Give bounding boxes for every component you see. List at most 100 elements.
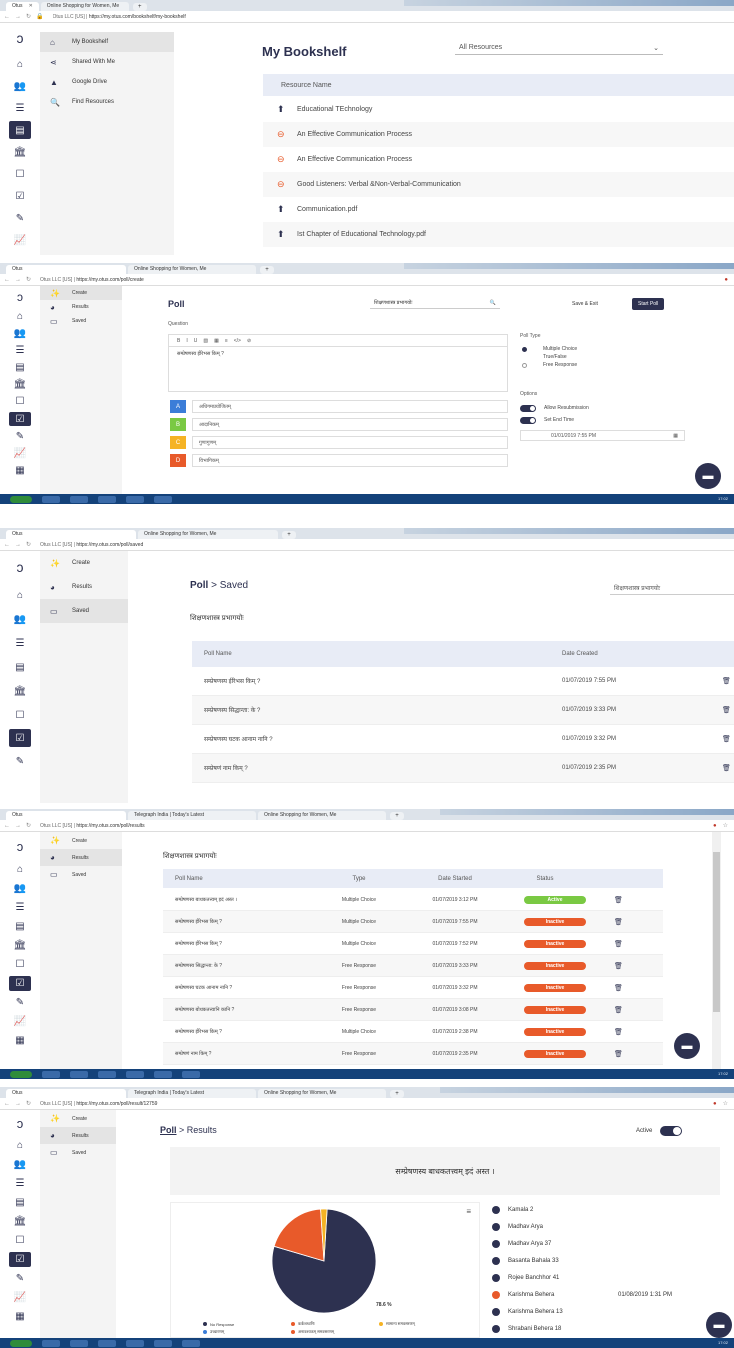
new-tab-button[interactable]: + [132,3,147,11]
start-poll-button[interactable]: Start Poll [632,298,665,310]
poll-name[interactable]: सम्प्रेषणस्य बोधकतत्त्वानि कानि ? [163,1007,318,1013]
home-icon[interactable]: ⌂ [0,583,40,607]
sidenav-item-create[interactable]: ✨ Create [40,286,122,300]
underline-icon[interactable]: U [194,338,198,344]
people-icon[interactable]: 👥 [0,325,40,342]
taskbar-app[interactable] [154,495,172,503]
new-tab-button[interactable]: + [390,812,404,820]
reload-icon[interactable]: ↻ [26,13,31,20]
star-icon[interactable]: ☆ [723,1100,728,1107]
legend-entry[interactable]: सामान्य समवसरणम् [379,1321,467,1327]
poll-name[interactable]: सम्प्रेषणस्य ईरिभस किम् ? [163,919,318,925]
delete-icon[interactable]: 🗑 [614,1028,623,1036]
sidenav-item-saved[interactable]: ▭ Saved [40,1144,116,1161]
delete-icon[interactable]: 🗑 [614,1006,623,1014]
chart-icon[interactable]: 📈 [0,229,40,251]
browser-tab-shopping[interactable]: Online Shopping for Women, Me [40,2,129,11]
list-icon[interactable]: ☰ [0,898,40,917]
people-icon[interactable]: 👥 [0,879,40,898]
list-icon[interactable]: ☰ [0,342,40,359]
calendar-icon[interactable]: ▦ [673,433,678,439]
extension-icon[interactable]: ● [713,823,717,829]
sidenav-item-results[interactable]: ◕ Results [40,575,128,599]
home-icon[interactable]: ⌂ [0,53,40,75]
book-icon[interactable]: ☐ [0,163,40,185]
sidenav-item-shared[interactable]: ⋖ Shared With Me [40,52,174,72]
sidenav-item-saved[interactable]: ▭ Saved [40,866,122,883]
institution-icon[interactable]: 🏛 [0,141,40,163]
people-icon[interactable]: 👥 [0,1155,40,1174]
sidenav-item-results[interactable]: ◕ Results [40,1127,116,1144]
calendar-icon[interactable]: ▦ [0,462,40,479]
list-icon[interactable]: ☰ [0,97,40,119]
table-row[interactable]: सम्प्रेषणस्य ईरिभस किम् ? Multiple Choice… [163,933,663,955]
table-row[interactable]: सम्प्रेषणस्य सिद्धान्ता: के ? Free Respon… [163,955,663,977]
status-badge[interactable]: Inactive [524,1049,586,1058]
taskbar-app[interactable] [70,495,88,503]
sidenav-item-saved[interactable]: ▭ Saved [40,314,122,328]
answer-input[interactable]: विभागिकम् [192,454,508,467]
answer-input[interactable]: गुणागुणम् [192,436,508,449]
calendar-icon[interactable]: ▦ [0,1031,40,1050]
close-icon[interactable]: ✕ [29,3,33,9]
bookshelf-icon[interactable]: ▤ [0,917,40,936]
end-time-input[interactable]: 01/01/2019 7:55 PM ▦ [520,430,685,441]
sidenav-item-my-bookshelf[interactable]: ⌂ My Bookshelf [40,32,174,52]
legend-entry[interactable]: कर्कशध्वनिः [291,1321,379,1327]
table-icon[interactable]: ▦ [214,338,219,344]
taskbar-app[interactable] [70,1070,88,1078]
sidenav-item-results[interactable]: ◕ Results [40,300,122,314]
institution-icon[interactable]: 🏛 [0,936,40,955]
people-icon[interactable]: 👥 [0,607,40,631]
taskbar-app[interactable] [126,495,144,503]
taskbar-app[interactable] [98,1339,116,1347]
save-exit-button[interactable]: Save & Exit [572,301,598,307]
chat-icon[interactable]: ▬ [674,1033,700,1059]
browser-tab-telegraph[interactable]: Telegraph India | Today's Latest [128,811,256,820]
back-icon[interactable]: ← [4,277,10,283]
extension-icon[interactable]: ● [724,277,728,283]
question-editor[interactable]: B I U ▨ ▦ ≡ </> ⊘ सम्प्रेषणस्य ईरिभस किम् ? [168,334,508,392]
status-badge[interactable]: Active [524,895,586,904]
poll-name[interactable]: सम्प्रेषणं नाम किम् ? [192,764,562,772]
poll-icon[interactable]: ☑ [9,412,31,426]
poll-name[interactable]: सम्प्रेषणस्य ईरिभस किम् ? [192,677,562,685]
institution-icon[interactable]: 🏛 [0,1212,40,1231]
edit-icon[interactable]: ✎ [0,428,40,445]
sidenav-item-create[interactable]: ✨ Create [40,1110,116,1127]
answer-input[interactable]: आदानिकम् [192,418,508,431]
edit-icon[interactable]: ✎ [0,1269,40,1288]
image-icon[interactable]: ▨ [203,338,208,344]
browser-tab-shopping[interactable]: Online Shopping for Women, Me [258,811,386,820]
bold-icon[interactable]: B [177,338,180,344]
otus-logo-icon[interactable]: ↄ [0,551,40,583]
forward-icon[interactable]: → [15,542,21,548]
list-item[interactable]: ⬆ Communication.pdf [263,197,734,222]
html-icon[interactable]: </> [234,338,241,344]
chat-icon[interactable]: ▬ [695,463,721,489]
align-icon[interactable]: ≡ [225,338,228,344]
legend-entry[interactable]: अनावश्यकम् समवसरणम् [291,1329,379,1335]
class-select[interactable]: शिक्षणशास्त्र प्रभागयोः 🔍 [370,298,500,309]
people-icon[interactable]: 👥 [0,75,40,97]
bookshelf-icon[interactable]: ▤ [0,359,40,376]
taskbar-app[interactable] [182,1070,200,1078]
extension-icon[interactable]: ● [713,1101,717,1107]
scrollbar[interactable] [712,832,721,1069]
table-row[interactable]: सम्प्रेषणस्य ईरिभस किम् ? 01/07/2019 7:55… [192,667,734,696]
browser-tab-otus[interactable]: Otus [6,530,136,539]
start-button[interactable] [10,495,32,503]
back-icon[interactable]: ← [4,823,10,829]
browser-tab-otus[interactable]: Otus [6,1089,126,1098]
browser-tab-shopping[interactable]: Online Shopping for Women, Me [138,530,278,539]
breadcrumb-poll[interactable]: Poll [190,580,208,591]
reload-icon[interactable]: ↻ [26,541,31,548]
delete-icon[interactable]: 🗑 [614,1050,623,1058]
active-toggle[interactable]: Active [636,1126,683,1136]
taskbar-app[interactable] [154,1070,172,1078]
list-item[interactable]: ⊖ An Effective Communication Process [263,122,734,147]
resource-filter-select[interactable]: All Resources ⌄ [455,42,663,55]
table-row[interactable]: सम्प्रेषणस्य घटक आनाम नानि ? Free Respons… [163,977,663,999]
toggle-switch[interactable] [660,1126,683,1136]
table-row[interactable]: सम्प्रेषणं नाम किम् ? Free Response 01/07/… [163,1043,663,1065]
